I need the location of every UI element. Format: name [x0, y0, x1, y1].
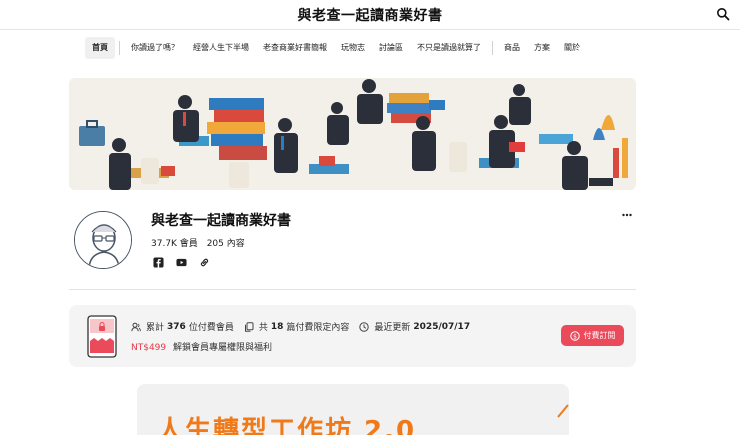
updated-date: 2025/07/17	[413, 321, 471, 332]
nav-item-discussion[interactable]: 討論區	[372, 37, 410, 59]
more-options-icon[interactable]	[622, 212, 632, 218]
site-title[interactable]: 與老查一起讀商業好書	[0, 5, 740, 25]
svg-text:$: $	[573, 333, 577, 340]
subscribe-button[interactable]: $ 付費訂閱	[561, 325, 624, 346]
paid-suffix: 位付費會員	[188, 323, 234, 333]
paywall-phone-icon	[87, 315, 117, 358]
price-description: 解鎖會員專屬權限與福利	[173, 343, 273, 353]
nav-item-beyond-reading[interactable]: 不只是讀過就算了	[410, 37, 488, 59]
nav-item-things[interactable]: 玩物志	[334, 37, 372, 59]
subscription-card: 累計 376 位付費會員 共 18 篇付費限定內容 最近更新 2025/07/1…	[69, 305, 636, 367]
nav-divider	[119, 41, 120, 55]
social-links	[153, 257, 210, 268]
post-title: 人生轉型工作坊 2.0	[157, 416, 417, 435]
clock-icon	[359, 321, 370, 332]
facebook-icon[interactable]	[153, 257, 164, 268]
top-bar: 與老查一起讀商業好書	[0, 0, 740, 30]
nav-item-about[interactable]: 關於	[557, 37, 587, 59]
content-count: 205 內容	[206, 239, 245, 249]
member-count: 37.7K 會員	[151, 239, 198, 249]
decorative-stroke-icon	[557, 404, 569, 418]
post-card[interactable]: 人生轉型工作坊 2.0	[137, 384, 569, 435]
nav-item-book-slides[interactable]: 老查商業好書簡報	[256, 37, 334, 59]
nav-divider	[492, 41, 493, 55]
nav-item-plans[interactable]: 方案	[527, 37, 557, 59]
subscribe-button-label: 付費訂閱	[583, 331, 616, 340]
creator-name: 與老查一起讀商業好書	[151, 213, 291, 229]
nav-item-second-half-life[interactable]: 經營人生下半場	[186, 37, 256, 59]
search-icon[interactable]	[716, 7, 730, 21]
coin-icon: $	[569, 330, 580, 341]
exclusive-prefix: 共	[258, 323, 268, 333]
avatar[interactable]	[74, 211, 132, 269]
subscription-stats: 累計 376 位付費會員 共 18 篇付費限定內容 最近更新 2025/07/1…	[131, 320, 483, 333]
exclusive-content-stat: 共 18 篇付費限定內容	[244, 320, 350, 333]
main-nav: 首頁 你讀過了嗎？ 經營人生下半場 老查商業好書簡報 玩物志 討論區 不只是讀過…	[85, 37, 587, 59]
creator-profile: 與老查一起讀商業好書 37.7K 會員 205 內容	[69, 208, 636, 288]
nav-item-have-you-read[interactable]: 你讀過了嗎？	[124, 37, 186, 59]
last-updated-stat: 最近更新 2025/07/17	[359, 320, 473, 333]
price-row: NT$499 解鎖會員專屬權限與福利	[131, 340, 272, 353]
link-icon[interactable]	[199, 257, 210, 268]
exclusive-count: 18	[270, 321, 284, 332]
updated-prefix: 最近更新	[374, 323, 411, 333]
paid-prefix: 累計	[146, 323, 165, 333]
users-icon	[131, 322, 141, 331]
copy-docs-icon	[244, 321, 254, 332]
creator-stats: 37.7K 會員 205 內容	[151, 236, 251, 249]
youtube-icon[interactable]	[176, 257, 187, 268]
section-divider	[69, 289, 636, 290]
exclusive-suffix: 篇付費限定內容	[286, 323, 350, 333]
cover-banner-image	[69, 78, 636, 190]
nav-item-home[interactable]: 首頁	[85, 37, 115, 59]
paid-count: 376	[167, 321, 186, 332]
avatar-portrait-icon	[75, 212, 131, 268]
paid-members-stat: 累計 376 位付費會員	[131, 320, 234, 333]
subscription-price: NT$499	[131, 343, 167, 353]
nav-item-products[interactable]: 商品	[497, 37, 527, 59]
banner-illustration	[69, 78, 636, 190]
